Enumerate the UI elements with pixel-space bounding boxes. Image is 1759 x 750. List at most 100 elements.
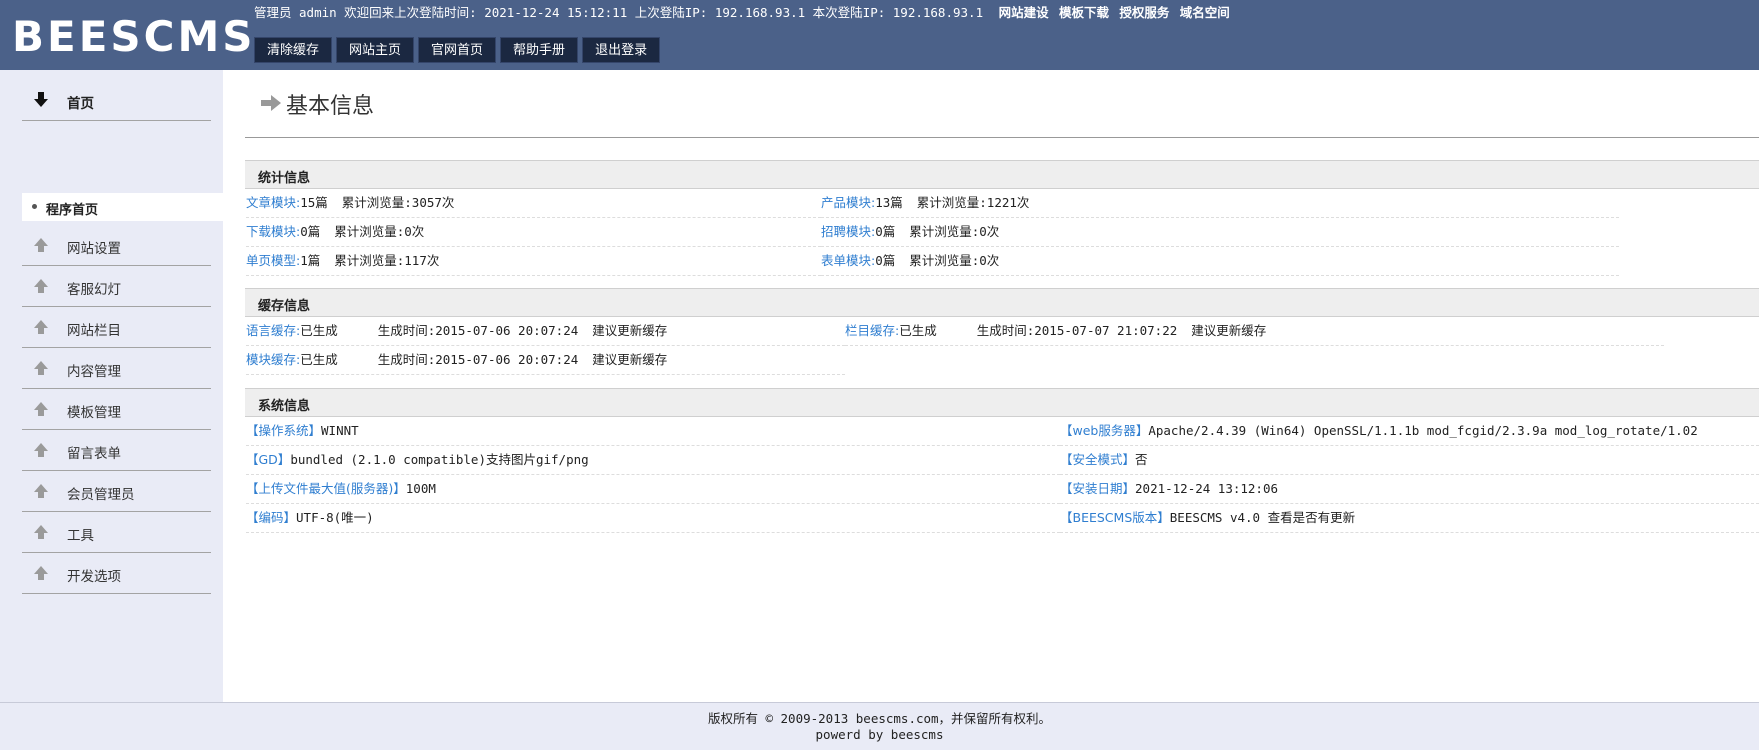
sidebar-item-label: 留言表单 <box>67 446 121 462</box>
system-item-upload-max: 【上传文件最大值(服务器)】100M <box>246 475 1060 504</box>
stats-label[interactable]: 文章模块: <box>246 195 300 210</box>
stats-count: 0篇 <box>875 224 896 239</box>
main-content: 基本信息 统计信息 文章模块:15篇 累计浏览量:3057次 产品模块:13篇 累计… <box>223 70 1759 702</box>
sidebar-item-template-management[interactable]: 模板管理 <box>22 389 211 430</box>
stats-views: 累计浏览量:3057次 <box>341 195 455 210</box>
system-label: 【GD】 <box>246 452 291 467</box>
sidebar-item-dev-options[interactable]: 开发选项 <box>22 553 211 594</box>
official-home-button[interactable]: 官网首页 <box>418 37 497 63</box>
site-home-button[interactable]: 网站主页 <box>336 37 415 63</box>
stats-label[interactable]: 招聘模块: <box>821 224 875 239</box>
cache-tip: 建议更新缓存 <box>1191 323 1267 338</box>
sidebar-item-tools[interactable]: 工具 <box>22 512 211 553</box>
cache-item-column: 栏目缓存:已生成 生成时间:2015-07-07 21:07:22 建议更新缓存 <box>845 317 1664 346</box>
sidebar-item-content-management[interactable]: 内容管理 <box>22 348 211 389</box>
sidebar-item-site-settings[interactable]: 网站设置 <box>22 225 211 266</box>
sidebar-item-label: 会员管理员 <box>67 487 135 503</box>
system-item-encoding: 【编码】UTF-8(唯一) <box>246 504 1060 533</box>
cache-time: 生成时间:2015-07-07 21:07:22 <box>976 323 1178 338</box>
system-label: 【安装日期】 <box>1060 481 1136 496</box>
stats-item-form: 表单模块:0篇 累计浏览量:0次 <box>821 247 1619 276</box>
cache-label[interactable]: 模块缓存: <box>246 352 300 367</box>
link-template-download[interactable]: 模板下载 <box>1059 5 1109 20</box>
link-website-build[interactable]: 网站建设 <box>999 5 1049 20</box>
system-value: 否 <box>1135 452 1148 467</box>
arrow-up-icon <box>34 320 48 334</box>
sidebar-item-label: 客服幻灯 <box>67 282 121 298</box>
cache-label[interactable]: 栏目缓存: <box>845 323 899 338</box>
stats-item-download: 下载模块:0篇 累计浏览量:0次 <box>246 218 821 247</box>
sidebar-item-service-slides[interactable]: 客服幻灯 <box>22 266 211 307</box>
stats-label[interactable]: 表单模块: <box>821 253 875 268</box>
system-item-install-date: 【安装日期】2021-12-24 13:12:06 <box>1060 475 1759 504</box>
system-label: 【编码】 <box>246 510 297 525</box>
top-links: 网站建设 模板下载 授权服务 域名空间 <box>999 5 1236 20</box>
top-button-bar: 清除缓存 网站主页 官网首页 帮助手册 退出登录 <box>254 37 661 63</box>
sidebar-item-label: 工具 <box>67 528 94 544</box>
cache-time: 生成时间:2015-07-06 20:07:24 <box>377 323 579 338</box>
system-label: 【web服务器】 <box>1060 423 1149 438</box>
cache-status: 已生成 <box>899 323 937 338</box>
system-label: 【上传文件最大值(服务器)】 <box>246 481 406 496</box>
link-license-service[interactable]: 授权服务 <box>1119 5 1169 20</box>
system-item-safe-mode: 【安全模式】否 <box>1060 446 1759 475</box>
stats-count: 1篇 <box>300 253 321 268</box>
system-value: 2021-12-24 13:12:06 <box>1135 481 1279 496</box>
login-info: 管理员 admin 欢迎回来上次登陆时间: 2021-12-24 15:12:1… <box>254 4 1236 22</box>
cache-tip: 建议更新缓存 <box>592 352 668 367</box>
system-item-os: 【操作系统】WINNT <box>246 417 1060 446</box>
system-value: 100M <box>405 481 436 496</box>
system-value: bundled (2.1.0 compatible)支持图片gif/png <box>290 452 589 467</box>
sidebar-item-home[interactable]: 首页 <box>22 80 211 121</box>
cache-tip: 建议更新缓存 <box>592 323 668 338</box>
arrow-up-icon <box>34 238 48 252</box>
stats-label[interactable]: 产品模块: <box>821 195 875 210</box>
logout-button[interactable]: 退出登录 <box>582 37 661 63</box>
stats-count: 0篇 <box>875 253 896 268</box>
system-item-version: 【BEESCMS版本】BEESCMS v4.0 查看是否有更新 <box>1060 504 1759 533</box>
stats-label[interactable]: 单页模型: <box>246 253 300 268</box>
sidebar-item-member-admin[interactable]: 会员管理员 <box>22 471 211 512</box>
clear-cache-button[interactable]: 清除缓存 <box>254 37 333 63</box>
link-domain-hosting[interactable]: 域名空间 <box>1180 5 1230 20</box>
system-item-gd: 【GD】bundled (2.1.0 compatible)支持图片gif/pn… <box>246 446 1060 475</box>
logo: BEESCMS <box>12 12 256 61</box>
system-value[interactable]: BEESCMS v4.0 查看是否有更新 <box>1170 510 1355 525</box>
stats-count: 0篇 <box>300 224 321 239</box>
section-heading: 统计信息 <box>258 171 311 186</box>
bullet-icon <box>32 204 37 209</box>
stats-views: 累计浏览量:117次 <box>334 253 440 268</box>
system-value: UTF-8(唯一) <box>296 510 374 525</box>
sidebar-subitem-program-home[interactable]: 程序首页 <box>22 193 223 221</box>
section-heading: 系统信息 <box>258 399 311 414</box>
arrow-down-icon <box>34 92 48 107</box>
stats-item-product: 产品模块:13篇 累计浏览量:1221次 <box>821 189 1619 218</box>
system-label[interactable]: 【BEESCMS版本】 <box>1060 510 1170 525</box>
sidebar-item-label: 开发选项 <box>67 569 121 585</box>
arrow-up-icon <box>34 443 48 457</box>
footer: 版权所有 © 2009-2013 beescms.com，并保留所有权利。 po… <box>0 702 1759 750</box>
sidebar-item-message-forms[interactable]: 留言表单 <box>22 430 211 471</box>
cache-label[interactable]: 语言缓存: <box>246 323 300 338</box>
stats-item-page: 单页模型:1篇 累计浏览量:117次 <box>246 247 821 276</box>
sidebar-item-site-columns[interactable]: 网站栏目 <box>22 307 211 348</box>
top-header: BEESCMS 管理员 admin 欢迎回来上次登陆时间: 2021-12-24… <box>0 0 1759 70</box>
cache-section-header: 缓存信息 <box>245 288 1759 317</box>
sidebar: 首页 程序首页 网站设置 客服幻灯 网站栏目 内容管理 模板管理 留言表单 会员… <box>0 70 223 702</box>
sidebar-item-label: 内容管理 <box>67 364 121 380</box>
copyright-text: 版权所有 © 2009-2013 beescms.com，并保留所有权利。 <box>707 711 1052 726</box>
system-label: 【安全模式】 <box>1060 452 1136 467</box>
stats-label[interactable]: 下载模块: <box>246 224 300 239</box>
system-label: 【操作系统】 <box>246 423 322 438</box>
stats-section-header: 统计信息 <box>245 160 1759 189</box>
arrow-right-icon <box>261 95 281 111</box>
system-value: WINNT <box>321 423 359 438</box>
arrow-up-icon <box>34 279 48 293</box>
arrow-up-icon <box>34 566 48 580</box>
sidebar-item-label: 网站栏目 <box>67 323 121 339</box>
cache-item-module: 模块缓存:已生成 生成时间:2015-07-06 20:07:24 建议更新缓存 <box>246 346 845 375</box>
stats-count: 13篇 <box>875 195 903 210</box>
login-info-text: 管理员 admin 欢迎回来上次登陆时间: 2021-12-24 15:12:1… <box>254 5 984 20</box>
help-manual-button[interactable]: 帮助手册 <box>500 37 579 63</box>
system-item-web-server: 【web服务器】Apache/2.4.39 (Win64) OpenSSL/1.… <box>1060 417 1759 446</box>
